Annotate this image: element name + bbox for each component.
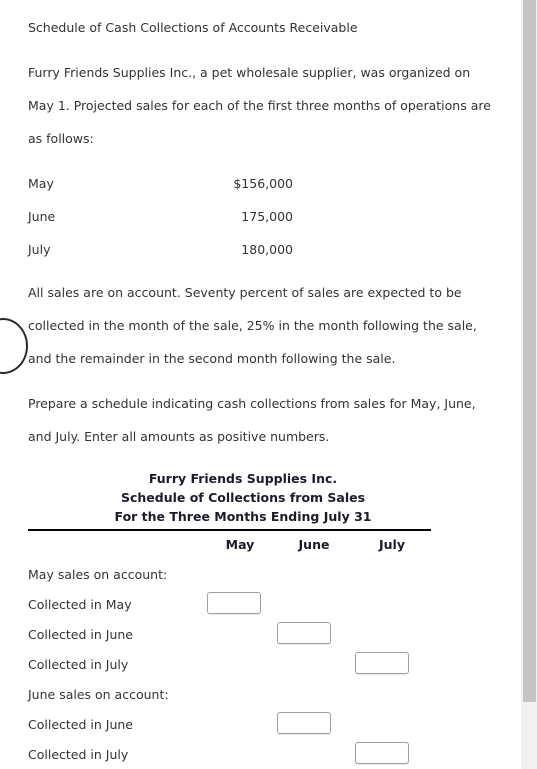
hand-drawn-circle-annotation	[0, 318, 28, 374]
table-row: June 175,000	[0, 200, 293, 233]
empty-cell	[275, 739, 353, 769]
empty-cell	[205, 619, 275, 649]
cell-june	[275, 619, 353, 649]
table-row: June sales on account:	[28, 679, 431, 709]
projected-sales-table: May $156,000 June 175,000 July 180,000	[0, 167, 293, 266]
vertical-scrollbar[interactable]	[521, 0, 537, 769]
column-header-june: June	[298, 536, 330, 552]
cell-may	[205, 589, 275, 619]
empty-cell	[205, 709, 275, 739]
sales-amount-value: 175,000	[241, 209, 293, 224]
table-row: July 180,000	[0, 233, 293, 266]
empty-cell	[275, 649, 353, 679]
schedule-table: May June July May sales on account: Coll…	[28, 531, 431, 769]
column-header-may: May	[225, 536, 255, 552]
input-june-collected-in-july[interactable]	[355, 741, 409, 764]
empty-cell	[205, 739, 275, 769]
row-label-june-collected-in-july: Collected in July	[28, 746, 129, 762]
cell-july	[353, 739, 431, 769]
table-row: Collected in July	[28, 649, 431, 679]
problem-text: Schedule of Cash Collections of Accounts…	[28, 0, 493, 155]
input-may-collected-in-july[interactable]	[355, 651, 409, 674]
row-label-may-collected-in-may: Collected in May	[28, 596, 132, 612]
scrollbar-thumb[interactable]	[523, 0, 536, 702]
group-label-june-sales: June sales on account:	[28, 686, 169, 702]
instruction-paragraph: Prepare a schedule indicating cash colle…	[28, 396, 476, 444]
intro-paragraph: Furry Friends Supplies Inc., a pet whole…	[28, 65, 491, 146]
schedule-title-line-2: Schedule of Collections from Sales	[120, 490, 366, 505]
schedule-title-line-1: Furry Friends Supplies Inc.	[148, 471, 338, 486]
empty-cell	[205, 679, 275, 709]
table-row: Collected in June	[28, 619, 431, 649]
empty-cell	[353, 619, 431, 649]
schedule-column-headers: May June July	[28, 531, 431, 559]
page-title: Schedule of Cash Collections of Accounts…	[28, 20, 358, 35]
empty-cell	[353, 709, 431, 739]
sales-month-label: June	[28, 209, 56, 224]
empty-cell	[205, 559, 275, 589]
empty-cell	[353, 559, 431, 589]
sales-amount-value: $156,000	[233, 176, 293, 191]
row-label-may-collected-in-july: Collected in July	[28, 656, 129, 672]
input-may-collected-in-may[interactable]	[207, 591, 261, 614]
collections-schedule: Furry Friends Supplies Inc. Schedule of …	[0, 469, 521, 769]
table-row: May sales on account:	[28, 559, 431, 589]
cell-june	[275, 709, 353, 739]
empty-cell	[275, 589, 353, 619]
row-label-june-collected-in-june: Collected in June	[28, 716, 133, 732]
empty-cell	[275, 679, 353, 709]
spacer-cell	[28, 531, 205, 559]
table-row: Collected in May	[28, 589, 431, 619]
cell-july	[353, 649, 431, 679]
collection-policy-paragraph: All sales are on account. Seventy percen…	[28, 285, 477, 366]
document-scroll-area[interactable]: Schedule of Cash Collections of Accounts…	[0, 0, 521, 769]
row-label-may-collected-in-june: Collected in June	[28, 626, 133, 642]
table-row: Collected in July	[28, 739, 431, 769]
group-label-may-sales: May sales on account:	[28, 566, 168, 582]
sales-month-label: May	[28, 176, 54, 191]
empty-cell	[353, 679, 431, 709]
input-may-collected-in-june[interactable]	[277, 621, 331, 644]
sales-amount-value: 180,000	[241, 242, 293, 257]
empty-cell	[205, 649, 275, 679]
column-header-july: July	[379, 536, 405, 552]
input-june-collected-in-june[interactable]	[277, 711, 331, 734]
sales-month-label: July	[28, 242, 51, 257]
schedule-title-line-3: For the Three Months Ending July 31	[114, 509, 372, 524]
empty-cell	[353, 589, 431, 619]
table-row: Collected in June	[28, 709, 431, 739]
empty-cell	[275, 559, 353, 589]
table-row: May $156,000	[0, 167, 293, 200]
problem-text-2: All sales are on account. Seventy percen…	[28, 266, 493, 453]
